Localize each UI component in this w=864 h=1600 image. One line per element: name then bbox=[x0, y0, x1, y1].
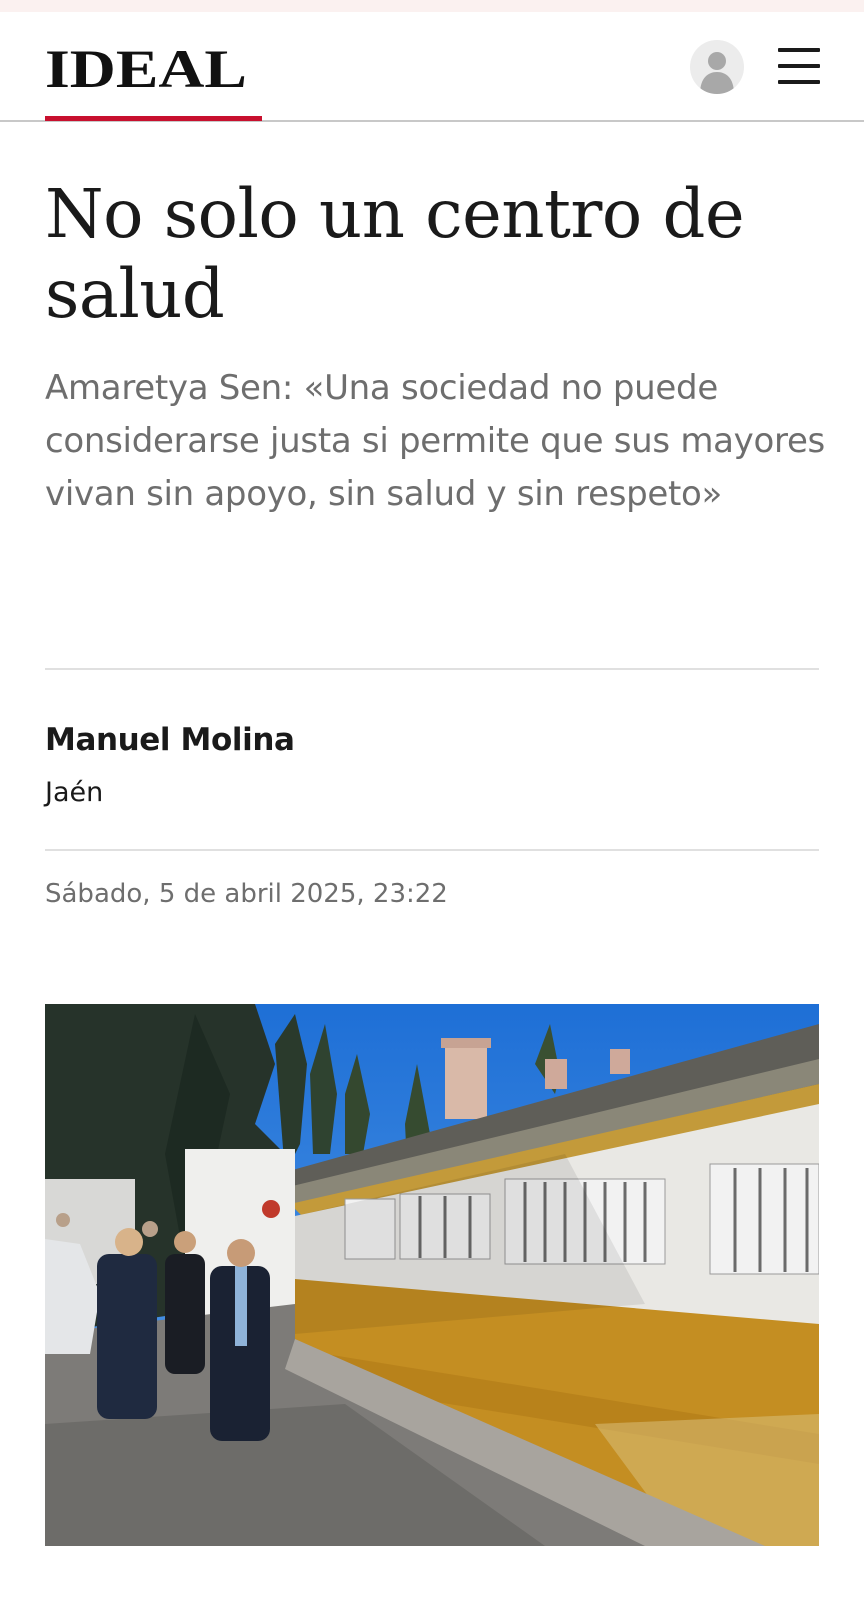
menu-line bbox=[778, 48, 820, 52]
top-strip bbox=[0, 0, 864, 12]
divider bbox=[45, 849, 819, 851]
logo-underline bbox=[45, 116, 262, 121]
article-headline: No solo un centro de salud bbox=[45, 175, 745, 333]
site-logo[interactable]: IDEAL bbox=[45, 42, 247, 96]
user-avatar-icon[interactable] bbox=[690, 40, 744, 94]
author-location: Jaén bbox=[45, 777, 104, 808]
menu-line bbox=[778, 80, 820, 84]
user-silhouette-icon bbox=[700, 52, 734, 94]
article-subtitle: Amaretya Sen: «Una sociedad no puede con… bbox=[45, 368, 825, 514]
menu-line bbox=[778, 64, 820, 68]
site-header: IDEAL bbox=[0, 12, 864, 122]
hamburger-menu-icon[interactable] bbox=[778, 46, 820, 86]
article-photo[interactable] bbox=[45, 1004, 819, 1546]
publish-date: Sábado, 5 de abril 2025, 23:22 bbox=[45, 879, 448, 909]
author-name[interactable]: Manuel Molina bbox=[45, 720, 295, 760]
divider bbox=[45, 668, 819, 670]
photo-illustration bbox=[45, 1004, 819, 1546]
